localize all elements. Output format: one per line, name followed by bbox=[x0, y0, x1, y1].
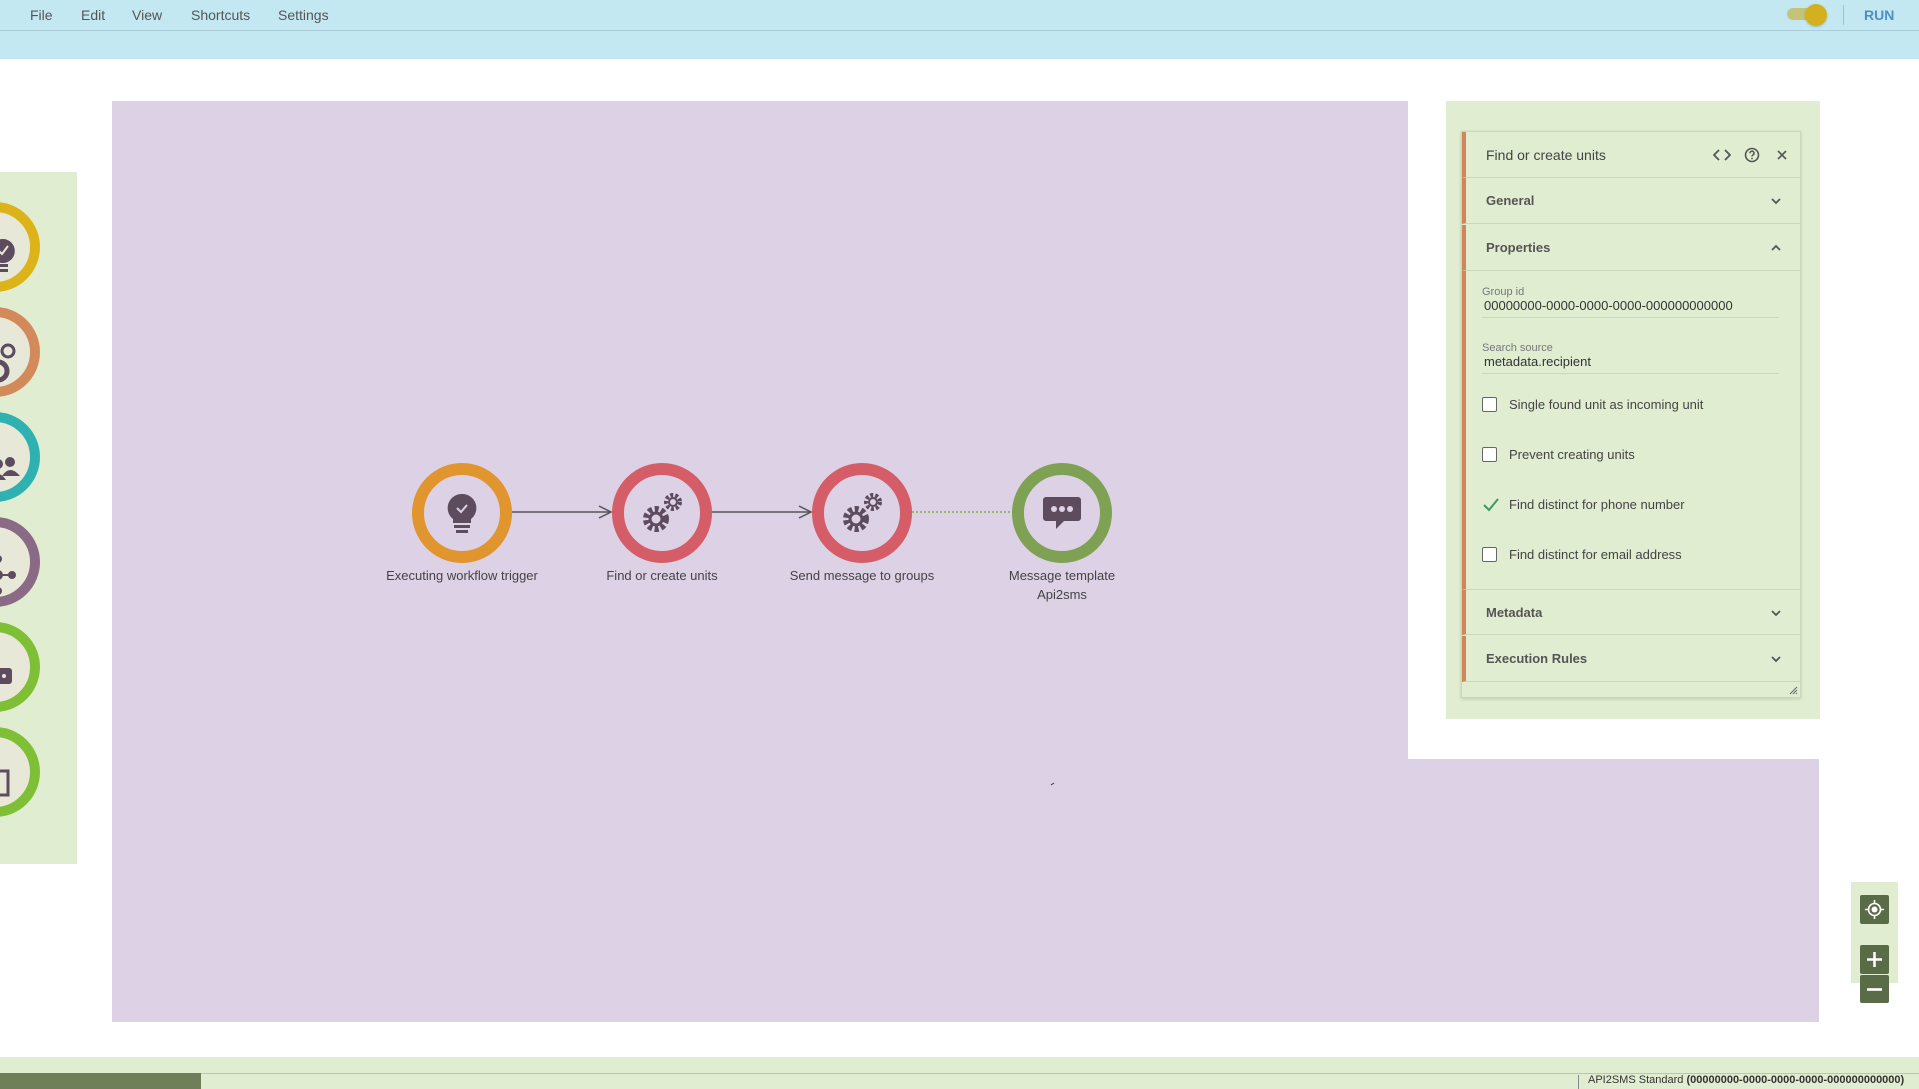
section-general-label: General bbox=[1486, 193, 1535, 208]
group-id-underline bbox=[1482, 317, 1779, 318]
section-metadata-label: Metadata bbox=[1486, 605, 1543, 620]
checkbox-label: Find distinct for email address bbox=[1509, 547, 1682, 562]
checkmark-icon[interactable] bbox=[1482, 496, 1500, 514]
node-label-send-message: Send message to groups bbox=[789, 568, 935, 583]
gears-icon bbox=[643, 493, 682, 532]
gears-icon bbox=[843, 493, 882, 532]
status-account-id: (00000000-0000-0000-0000-000000000000) bbox=[1686, 1074, 1905, 1086]
palette-action[interactable] bbox=[0, 307, 40, 397]
zoom-controls bbox=[1851, 882, 1898, 1003]
node-message-template[interactable] bbox=[1012, 463, 1112, 563]
search-source-label: Search source bbox=[1482, 342, 1553, 354]
node-label-line1: Message template bbox=[1008, 568, 1116, 583]
properties-title: Find or create units bbox=[1486, 147, 1606, 163]
help-icon[interactable] bbox=[1743, 146, 1761, 164]
chevron-down-icon bbox=[1771, 198, 1781, 205]
section-metadata[interactable]: Metadata bbox=[1462, 589, 1800, 635]
chevron-down-icon bbox=[1771, 656, 1781, 663]
checkbox-box[interactable] bbox=[1482, 397, 1497, 412]
section-properties[interactable]: Properties bbox=[1462, 225, 1800, 271]
node-send-message[interactable] bbox=[812, 463, 912, 563]
group-id-field[interactable]: 00000000-0000-0000-0000-000000000000 bbox=[1484, 298, 1733, 313]
code-icon[interactable] bbox=[1713, 146, 1731, 164]
chat-icon bbox=[0, 668, 12, 684]
checkbox-box[interactable] bbox=[1482, 447, 1497, 462]
checkbox-label: Single found unit as incoming unit bbox=[1509, 397, 1704, 412]
canvas-artifact bbox=[1050, 782, 1055, 786]
palette-document[interactable] bbox=[0, 727, 40, 817]
node-label-line2: Api2sms bbox=[1037, 587, 1087, 602]
search-source-underline bbox=[1482, 373, 1779, 374]
zoom-in-button[interactable] bbox=[1860, 945, 1889, 974]
close-icon[interactable] bbox=[1773, 146, 1791, 164]
palette-message[interactable] bbox=[0, 622, 40, 712]
section-properties-label: Properties bbox=[1486, 240, 1551, 255]
document-icon bbox=[0, 769, 10, 797]
plus-icon bbox=[1867, 952, 1882, 967]
node-find-or-create[interactable] bbox=[612, 463, 712, 563]
center-view-button[interactable] bbox=[1860, 895, 1889, 924]
checkbox-box[interactable] bbox=[1482, 547, 1497, 562]
status-separator bbox=[1578, 1075, 1579, 1089]
properties-body: Group id 00000000-0000-0000-0000-0000000… bbox=[1462, 271, 1800, 589]
status-progress-bar bbox=[0, 1073, 201, 1089]
users-icon bbox=[0, 457, 20, 480]
node-trigger[interactable] bbox=[412, 463, 512, 563]
status-account: API2SMS Standard (00000000-0000-0000-000… bbox=[1588, 1074, 1904, 1086]
network-icon bbox=[0, 555, 16, 595]
node-label-trigger: Executing workflow trigger bbox=[386, 568, 538, 583]
search-source-field[interactable]: metadata.recipient bbox=[1484, 354, 1591, 369]
section-execution-rules[interactable]: Execution Rules bbox=[1462, 636, 1800, 682]
checkbox-label: Find distinct for phone number bbox=[1509, 497, 1685, 512]
resize-grip-icon[interactable] bbox=[1788, 685, 1798, 695]
zoom-out-button[interactable] bbox=[1860, 975, 1889, 1003]
properties-header: Find or create units bbox=[1462, 132, 1800, 178]
chevron-down-icon bbox=[1771, 610, 1781, 617]
group-id-label: Group id bbox=[1482, 286, 1525, 298]
crosshair-icon bbox=[1865, 900, 1884, 919]
lightbulb-icon bbox=[0, 239, 15, 272]
palette-groups[interactable] bbox=[0, 412, 40, 502]
minus-icon bbox=[1867, 988, 1882, 991]
node-label-find-or-create: Find or create units bbox=[606, 568, 718, 583]
checkbox-label: Prevent creating units bbox=[1509, 447, 1635, 462]
node-palette bbox=[0, 172, 77, 864]
gear-icon bbox=[0, 343, 16, 383]
lightbulb-icon bbox=[447, 493, 477, 533]
section-execution-rules-label: Execution Rules bbox=[1486, 651, 1588, 666]
palette-trigger[interactable] bbox=[0, 202, 40, 292]
section-general[interactable]: General bbox=[1462, 178, 1800, 224]
chat-icon bbox=[1043, 497, 1081, 529]
chevron-up-icon bbox=[1771, 244, 1781, 251]
palette-network[interactable] bbox=[0, 517, 40, 607]
node-label-message-template: Message template Api2sms bbox=[962, 566, 1162, 604]
properties-panel: Find or create units General Properties … bbox=[1461, 131, 1801, 698]
status-plan: API2SMS Standard bbox=[1588, 1074, 1684, 1086]
